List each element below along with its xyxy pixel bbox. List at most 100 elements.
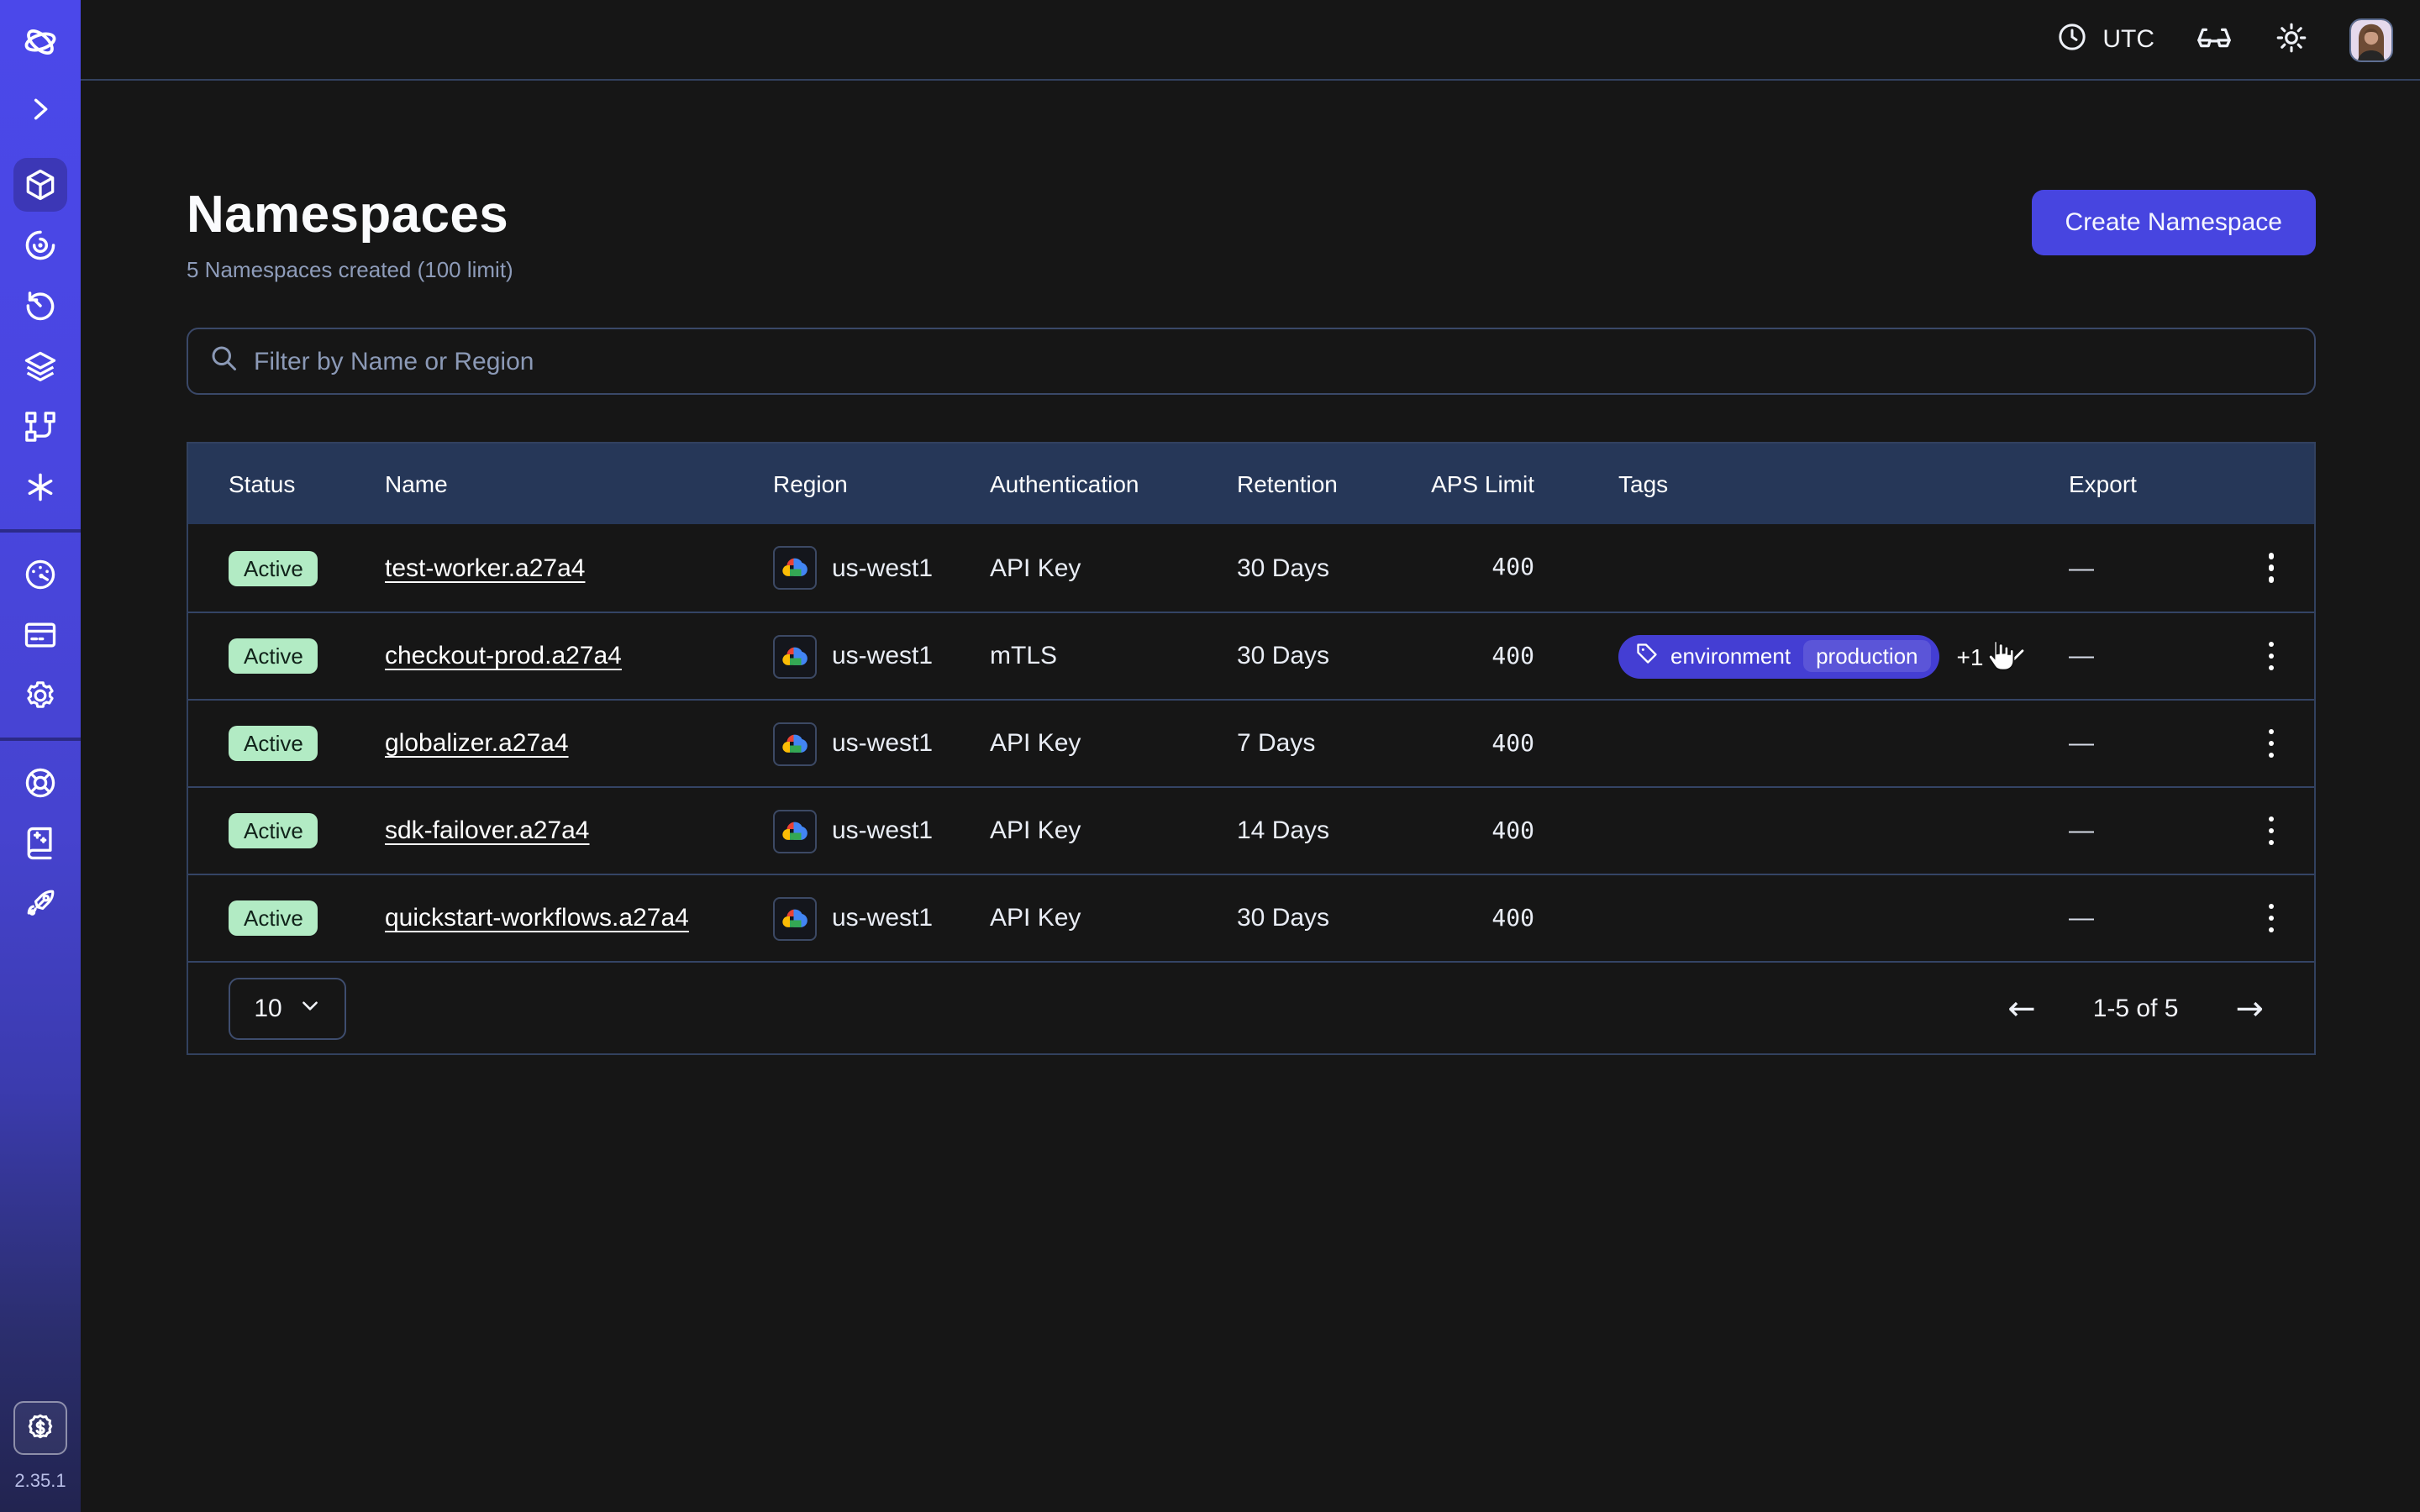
- temporal-logo: [17, 20, 64, 64]
- sidebar-item-docs[interactable]: [13, 816, 67, 870]
- export-value: —: [2069, 729, 2207, 758]
- export-value: —: [2069, 642, 2207, 670]
- filter-input[interactable]: [254, 347, 2294, 375]
- layers-icon: [22, 348, 59, 385]
- region-label: us-west1: [832, 729, 933, 758]
- region-label: us-west1: [832, 642, 933, 670]
- column-header-name: Name: [385, 470, 773, 497]
- status-badge: Active: [229, 900, 318, 936]
- row-menu-button[interactable]: [2261, 722, 2281, 765]
- chevron-down-icon: [2000, 639, 2028, 673]
- tags-more-count: +1: [1957, 643, 1984, 669]
- column-header-tags: Tags: [1618, 470, 2069, 497]
- credits-button[interactable]: [13, 1401, 67, 1455]
- sidebar-item-getting-started[interactable]: [13, 877, 67, 931]
- create-namespace-button[interactable]: Create Namespace: [2032, 190, 2316, 255]
- namespace-link[interactable]: quickstart-workflows.a27a4: [385, 904, 689, 932]
- status-badge: Active: [229, 813, 318, 848]
- timer-icon: [22, 287, 59, 324]
- auth-label: API Key: [990, 554, 1237, 582]
- billing-card-icon: [22, 617, 59, 654]
- sidebar-item-settings[interactable]: [13, 669, 67, 722]
- aps-limit-value: 400: [1393, 643, 1618, 669]
- gcp-cloud-icon: [773, 722, 817, 765]
- sun-icon: [2274, 19, 2309, 60]
- aps-limit-value: 400: [1393, 905, 1618, 932]
- search-icon: [208, 342, 239, 381]
- gcp-cloud-icon: [773, 809, 817, 853]
- prev-page-button[interactable]: ←: [2007, 991, 2036, 1025]
- page-size-select[interactable]: 10: [229, 977, 346, 1039]
- namespace-link[interactable]: test-worker.a27a4: [385, 554, 585, 582]
- aps-limit-value: 400: [1393, 554, 1618, 581]
- table-footer: 10 ← 1-5 of 5 →: [188, 961, 2314, 1053]
- book-sparkles-icon: [22, 825, 59, 862]
- gear-icon: [22, 677, 59, 714]
- topbar: UTC: [81, 0, 2420, 81]
- sidebar-item-support[interactable]: [13, 756, 67, 810]
- namespace-link[interactable]: checkout-prod.a27a4: [385, 642, 622, 670]
- namespace-link[interactable]: sdk-failover.a27a4: [385, 816, 590, 845]
- export-value: —: [2069, 554, 2207, 582]
- auth-label: API Key: [990, 729, 1237, 758]
- chevron-down-icon: [299, 994, 321, 1022]
- sidebar-item-workflows[interactable]: [13, 218, 67, 272]
- sidebar-item-usage[interactable]: [13, 548, 67, 601]
- tag-chip[interactable]: environment production: [1618, 634, 1940, 678]
- export-value: —: [2069, 816, 2207, 845]
- table-row: Active quickstart-workflows.a27a4 us-wes…: [188, 874, 2314, 961]
- row-menu-button[interactable]: [2261, 635, 2281, 678]
- column-header-region: Region: [773, 470, 990, 497]
- table-header-row: Status Name Region Authentication Retent…: [188, 444, 2314, 524]
- tags-group: environment production +1: [1618, 634, 2069, 678]
- namespace-link[interactable]: globalizer.a27a4: [385, 729, 569, 758]
- branch-icon: [22, 408, 59, 445]
- theme-toggle[interactable]: [2274, 19, 2309, 60]
- next-page-button[interactable]: →: [2235, 991, 2264, 1025]
- gcp-cloud-icon: [773, 546, 817, 590]
- tags-expand-button[interactable]: [2000, 639, 2028, 673]
- column-header-aps-limit: APS Limit: [1393, 470, 1618, 497]
- sidebar-item-schedules[interactable]: [13, 279, 67, 333]
- gcp-cloud-icon: [773, 896, 817, 940]
- gcp-cloud-icon: [773, 634, 817, 678]
- user-avatar[interactable]: [2349, 18, 2393, 61]
- row-menu-button[interactable]: [2261, 810, 2281, 853]
- sidebar: 2.35.1: [0, 0, 81, 1512]
- table-row: Active sdk-failover.a27a4 us-west1 API K…: [188, 786, 2314, 874]
- pagination-range: 1-5 of 5: [2093, 994, 2179, 1022]
- spiral-icon: [22, 227, 59, 264]
- page-size-value: 10: [254, 994, 281, 1022]
- sidebar-item-deployments[interactable]: [13, 400, 67, 454]
- sidebar-expand-button[interactable]: [17, 91, 64, 128]
- sidebar-item-batch[interactable]: [13, 339, 67, 393]
- app-version: 2.35.1: [14, 1472, 66, 1492]
- region-label: us-west1: [832, 816, 933, 845]
- tag-value: production: [1802, 640, 1931, 672]
- page-title: Namespaces: [187, 185, 513, 245]
- retention-label: 30 Days: [1237, 554, 1393, 582]
- gauge-icon: [22, 556, 59, 593]
- column-header-authentication: Authentication: [990, 470, 1237, 497]
- table-row: Active checkout-prod.a27a4 us-west1 mTLS…: [188, 612, 2314, 699]
- column-header-status: Status: [229, 470, 385, 497]
- retention-label: 30 Days: [1237, 642, 1393, 670]
- sidebar-item-billing[interactable]: [13, 608, 67, 662]
- retention-label: 30 Days: [1237, 904, 1393, 932]
- timezone-selector[interactable]: UTC: [2055, 19, 2154, 60]
- column-header-export: Export: [2069, 470, 2207, 497]
- labs-toggle[interactable]: [2195, 18, 2233, 61]
- sidebar-item-namespaces[interactable]: [13, 158, 67, 212]
- asterisk-icon: [22, 469, 59, 506]
- sidebar-item-nexus[interactable]: [13, 460, 67, 514]
- status-badge: Active: [229, 550, 318, 585]
- page-subtitle: 5 Namespaces created (100 limit): [187, 257, 513, 282]
- tag-key: environment: [1670, 643, 1791, 669]
- retention-label: 7 Days: [1237, 729, 1393, 758]
- retention-label: 14 Days: [1237, 816, 1393, 845]
- namespaces-table: Status Name Region Authentication Retent…: [187, 442, 2316, 1055]
- status-badge: Active: [229, 726, 318, 761]
- row-menu-button[interactable]: [2261, 897, 2281, 940]
- row-menu-button[interactable]: [2261, 547, 2281, 590]
- cube-icon: [22, 166, 59, 203]
